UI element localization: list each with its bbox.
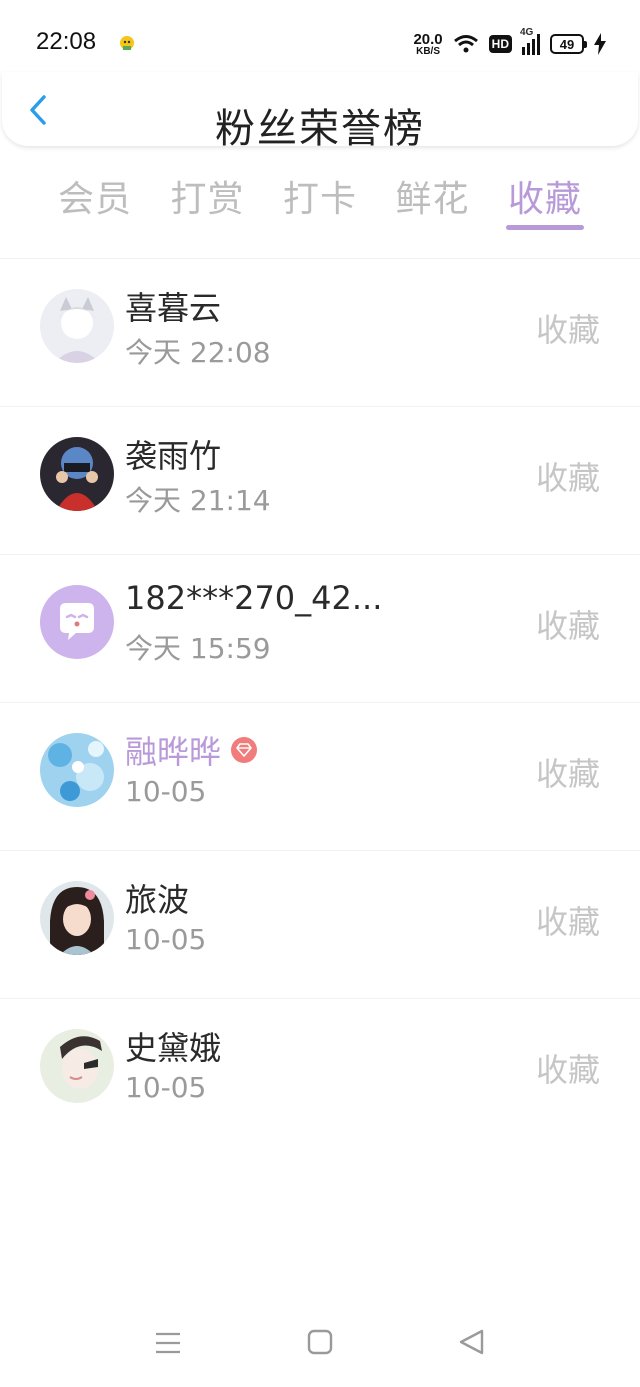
favorite-time: 今天 21:14 [125, 484, 271, 517]
wifi-icon [453, 35, 478, 53]
user-avatar[interactable] [40, 289, 114, 363]
action-label: 收藏 [535, 755, 600, 793]
list-item[interactable]: 融晔晔 10-05 收藏 [0, 702, 640, 850]
action-label: 收藏 [535, 459, 600, 497]
favorite-time: 10-05 [125, 775, 207, 808]
favorite-time: 10-05 [125, 1071, 207, 1104]
action-label: 收藏 [535, 311, 600, 349]
user-avatar[interactable] [40, 437, 114, 511]
list-item[interactable]: 袭雨竹 今天 21:14 收藏 [0, 406, 640, 554]
tab-bar: 会员 打赏 打卡 鲜花 收藏 [40, 170, 600, 240]
notification-app-icon [120, 36, 134, 50]
status-time: 22:08 [36, 28, 97, 55]
page-title: 粉丝荣誉榜 [215, 106, 425, 152]
user-avatar[interactable] [40, 1029, 114, 1103]
tab-flowers[interactable]: 鲜花 [395, 170, 469, 232]
favorite-time: 10-05 [125, 923, 207, 956]
signal-icon: 4G [520, 27, 540, 55]
user-name: 喜暮云 [125, 289, 222, 327]
charging-icon [594, 33, 606, 55]
list-item[interactable]: 史黛娥 10-05 收藏 [0, 998, 640, 1146]
tab-member[interactable]: 会员 [58, 170, 132, 232]
user-name: 袭雨竹 [125, 437, 222, 475]
action-label: 收藏 [535, 1051, 600, 1089]
user-avatar[interactable] [40, 881, 114, 955]
menu-icon[interactable] [152, 1328, 184, 1358]
tab-reward[interactable]: 打赏 [170, 170, 244, 232]
list-item[interactable]: 旅波 10-05 收藏 [0, 850, 640, 998]
hd-icon: HD [488, 35, 512, 53]
user-avatar[interactable] [40, 733, 114, 807]
action-label: 收藏 [535, 903, 600, 941]
tab-checkin[interactable]: 打卡 [283, 170, 357, 232]
status-bar: 22:08 20.0 KB/S HD 4G 49 [0, 0, 640, 80]
tab-favorites[interactable]: 收藏 [505, 170, 584, 232]
header-bar: 粉丝荣誉榜 [2, 72, 638, 152]
network-speed: 20.0 KB/S [413, 30, 443, 57]
fan-list: 喜暮云 今天 22:08 收藏 袭雨竹 今天 21:14 收藏 182***27… [0, 258, 640, 1146]
user-name: 融晔晔 [125, 727, 258, 773]
battery-icon: 49 [550, 34, 587, 54]
action-label: 收藏 [535, 607, 600, 645]
list-item[interactable]: 喜暮云 今天 22:08 收藏 [0, 258, 640, 406]
home-square-icon[interactable] [304, 1328, 336, 1358]
diamond-icon [231, 737, 258, 763]
list-item[interactable]: 182***270_42... 今天 15:59 收藏 [0, 554, 640, 702]
back-triangle-icon[interactable] [456, 1328, 488, 1358]
favorite-time: 今天 15:59 [125, 632, 271, 665]
default-chat-avatar-icon[interactable] [40, 585, 114, 659]
favorite-time: 今天 22:08 [125, 336, 271, 369]
battery-level: 49 [559, 36, 575, 52]
user-name: 旅波 [125, 881, 190, 919]
user-name: 182***270_42... [125, 579, 383, 617]
user-name: 史黛娥 [125, 1029, 222, 1067]
system-nav-bar [0, 1300, 640, 1387]
